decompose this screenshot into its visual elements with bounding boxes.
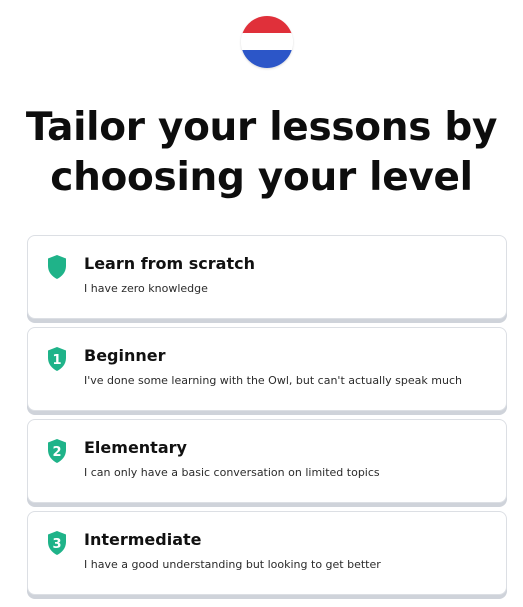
level-options-list: Learn from scratch I have zero knowledge… (27, 235, 507, 603)
shield-3-icon: 3 (46, 530, 68, 556)
level-option-beginner[interactable]: 1 Beginner I've done some learning with … (27, 327, 507, 411)
page-title-line-2: choosing your level (50, 155, 473, 200)
level-option-label: Learn from scratch (84, 254, 255, 273)
badge-number: 2 (52, 445, 61, 460)
level-option-description: I've done some learning with the Owl, bu… (84, 374, 462, 387)
shield-1-icon: 1 (46, 346, 68, 372)
shield-2-icon: 2 (46, 438, 68, 464)
shield-icon (46, 254, 68, 280)
level-option-description: I can only have a basic conversation on … (84, 466, 380, 479)
netherlands-flag-icon (241, 16, 293, 68)
level-option-learn-from-scratch[interactable]: Learn from scratch I have zero knowledge (27, 235, 507, 319)
level-option-description: I have zero knowledge (84, 282, 208, 295)
badge-number: 1 (52, 353, 61, 368)
level-option-description: I have a good understanding but looking … (84, 558, 381, 571)
page-title: Tailor your lessons by choosing your lev… (0, 103, 523, 203)
page-title-line-1: Tailor your lessons by (25, 105, 498, 150)
level-option-intermediate[interactable]: 3 Intermediate I have a good understandi… (27, 511, 507, 595)
level-option-elementary[interactable]: 2 Elementary I can only have a basic con… (27, 419, 507, 503)
level-option-label: Beginner (84, 346, 166, 365)
level-option-label: Elementary (84, 438, 187, 457)
level-option-label: Intermediate (84, 530, 202, 549)
badge-number: 3 (52, 537, 61, 552)
